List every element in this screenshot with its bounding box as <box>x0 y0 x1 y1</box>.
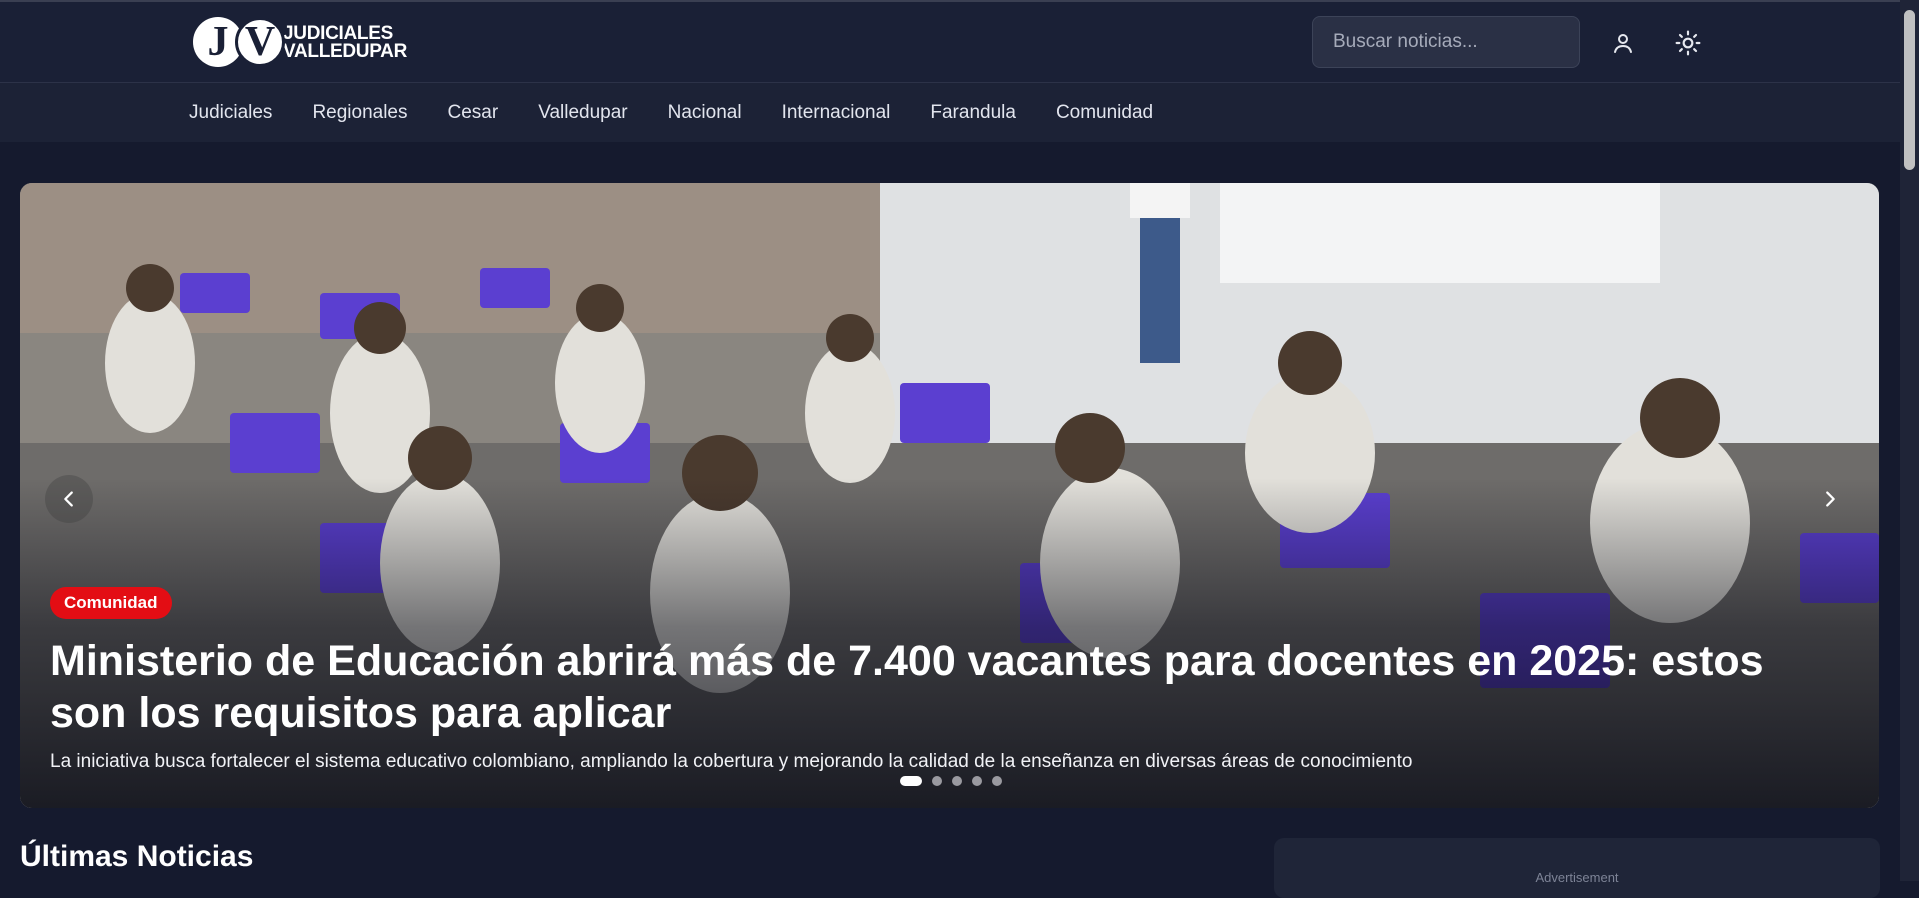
advertisement-box: Advertisement <box>1274 838 1880 898</box>
nav-item-valledupar[interactable]: Valledupar <box>538 102 627 124</box>
slider-dot[interactable] <box>972 776 982 786</box>
slider-dot[interactable] <box>952 776 962 786</box>
slider-dot[interactable] <box>932 776 942 786</box>
logo-text: JUDICIALES VALLEDUPAR <box>283 24 408 62</box>
slider-prev-button[interactable] <box>45 475 93 523</box>
logo-mark: J V <box>193 17 285 69</box>
nav-item-cesar[interactable]: Cesar <box>448 102 499 124</box>
chevron-left-icon <box>64 491 73 507</box>
slider-dot[interactable] <box>992 776 1002 786</box>
category-badge[interactable]: Comunidad <box>50 587 172 619</box>
latest-news-heading: Últimas Noticias <box>20 840 254 873</box>
user-button[interactable] <box>1606 26 1640 60</box>
nav-item-judiciales[interactable]: Judiciales <box>189 102 272 124</box>
main-nav: Judiciales Regionales Cesar Valledupar N… <box>0 82 1900 142</box>
chevron-right-icon <box>1826 491 1835 507</box>
nav-item-nacional[interactable]: Nacional <box>668 102 742 124</box>
slider-dot[interactable] <box>900 776 922 786</box>
advertisement-label: Advertisement <box>1535 870 1619 885</box>
slider-next-button[interactable] <box>1806 475 1854 523</box>
page-scrollbar[interactable] <box>1900 0 1919 881</box>
hero-summary: La iniciativa busca fortalecer el sistem… <box>50 751 1413 772</box>
theme-toggle-button[interactable] <box>1671 26 1705 60</box>
search-placeholder: Buscar noticias... <box>1333 31 1478 52</box>
user-icon <box>1614 34 1632 53</box>
nav-item-regionales[interactable]: Regionales <box>312 102 407 124</box>
scrollbar-thumb[interactable] <box>1904 10 1915 170</box>
hero-headline[interactable]: Ministerio de Educación abrirá más de 7.… <box>50 635 1820 739</box>
featured-slider[interactable]: Comunidad Ministerio de Educación abrirá… <box>20 183 1879 808</box>
nav-item-farandula[interactable]: Farandula <box>930 102 1016 124</box>
search-input[interactable]: Buscar noticias... <box>1312 16 1580 68</box>
sun-icon <box>1675 30 1701 56</box>
top-bar: J V JUDICIALES VALLEDUPAR Buscar noticia… <box>0 0 1900 82</box>
slider-dots <box>900 776 1012 786</box>
logo-letter-v: V <box>235 17 285 67</box>
nav-item-internacional[interactable]: Internacional <box>782 102 891 124</box>
site-logo[interactable]: J V JUDICIALES VALLEDUPAR <box>193 17 407 69</box>
logo-line-2: VALLEDUPAR <box>283 41 408 62</box>
nav-item-comunidad[interactable]: Comunidad <box>1056 102 1153 124</box>
